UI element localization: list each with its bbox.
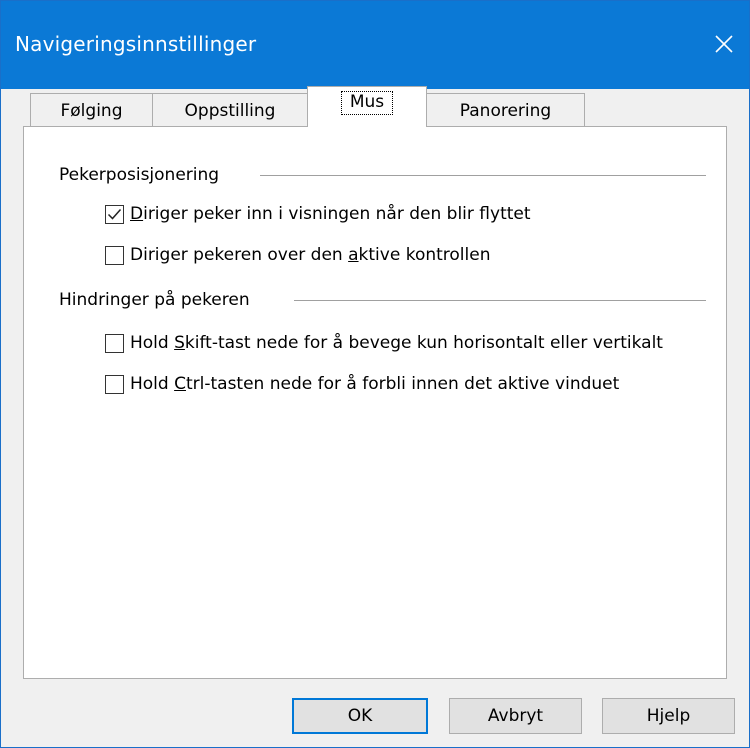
- ok-button[interactable]: OK: [292, 698, 428, 734]
- cancel-button-label: Avbryt: [487, 706, 544, 726]
- checkbox-direct-pointer-over-active-control[interactable]: Diriger pekeren over den aktive kontroll…: [105, 245, 490, 265]
- checkbox-direct-pointer-into-view[interactable]: Diriger peker inn i visningen når den bl…: [105, 204, 531, 224]
- dialog-window: Navigeringsinnstillinger Følging Oppstil…: [0, 0, 750, 748]
- checkbox-box[interactable]: [105, 204, 124, 224]
- help-button-label: Hjelp: [646, 706, 691, 726]
- checkbox-label: Diriger peker inn i visningen når den bl…: [130, 204, 531, 224]
- group-divider: [260, 175, 706, 176]
- group-divider: [294, 300, 706, 301]
- group-label-pointer-constraints: Hindringer på pekeren: [59, 290, 250, 310]
- checkbox-box[interactable]: [105, 333, 124, 353]
- checkbox-hold-shift[interactable]: Hold Skift-tast nede for å bevege kun ho…: [105, 333, 663, 353]
- help-button[interactable]: Hjelp: [602, 698, 735, 734]
- checkbox-label: Diriger pekeren over den aktive kontroll…: [130, 245, 491, 265]
- tab-label: Panorering: [459, 100, 552, 121]
- tab-mus[interactable]: Mus: [307, 86, 427, 127]
- tab-label: Mus: [340, 91, 394, 115]
- tab-panorering[interactable]: Panorering: [426, 93, 585, 127]
- tab-label: Oppstilling: [184, 100, 276, 121]
- tab-folging[interactable]: Følging: [30, 93, 153, 127]
- checkbox-label: Hold Skift-tast nede for å bevege kun ho…: [130, 333, 663, 353]
- tab-panel-mus: Pekerposisjonering Diriger peker inn i v…: [23, 126, 727, 679]
- close-icon: [715, 35, 733, 53]
- checkbox-box[interactable]: [105, 374, 124, 394]
- close-button[interactable]: [699, 19, 749, 69]
- title-bar: Navigeringsinnstillinger: [1, 1, 749, 89]
- checkbox-box[interactable]: [105, 245, 124, 265]
- checkbox-hold-ctrl[interactable]: Hold Ctrl-tasten nede for å forbli innen…: [105, 374, 619, 394]
- group-label-pointer-positioning: Pekerposisjonering: [59, 165, 220, 185]
- checkmark-icon: [107, 208, 122, 220]
- ok-button-label: OK: [347, 706, 373, 726]
- window-title: Navigeringsinnstillinger: [15, 32, 257, 56]
- tab-label: Følging: [60, 100, 123, 121]
- tab-oppstilling[interactable]: Oppstilling: [152, 93, 308, 127]
- cancel-button[interactable]: Avbryt: [449, 698, 582, 734]
- checkbox-label: Hold Ctrl-tasten nede for å forbli innen…: [130, 374, 620, 394]
